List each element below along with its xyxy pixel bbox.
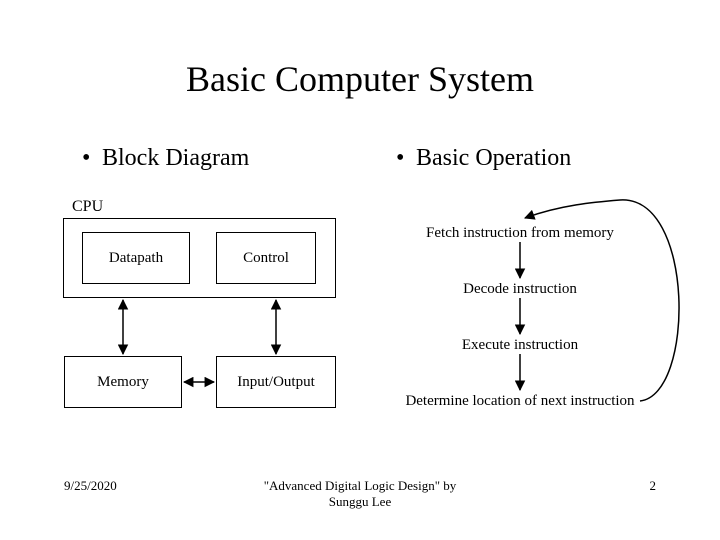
footer-source-line1: "Advanced Digital Logic Design" by (264, 478, 457, 493)
diagram-arrows (0, 0, 720, 540)
footer-source-line2: Sunggu Lee (329, 494, 391, 509)
footer-page-number: 2 (650, 478, 657, 494)
footer-source: "Advanced Digital Logic Design" by Sungg… (0, 478, 720, 511)
